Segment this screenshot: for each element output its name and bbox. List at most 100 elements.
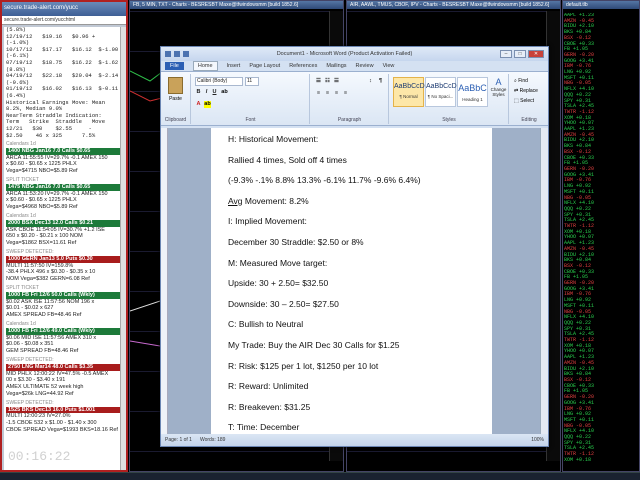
trade-headline[interactable]: 1000 FB Fri 12/6 50.0 Calls (Wkly) <box>6 291 122 299</box>
chart-window-title[interactable]: FB, 5 MIN, TXT - Charts - BESRESBT Maxe@… <box>130 1 343 9</box>
numbering-icon[interactable]: ☷ <box>324 78 331 85</box>
word-logo-icon[interactable] <box>165 51 171 57</box>
paste-icon[interactable] <box>168 77 183 94</box>
select-label: Select <box>520 98 535 104</box>
browser-address-bar[interactable]: secure.trade-alert.com/yucchtml <box>2 16 126 25</box>
style-name: Heading 1 <box>462 97 483 102</box>
document-line[interactable]: M: Measured Move target: <box>228 257 486 278</box>
paragraph-group-label: Paragraph <box>337 117 362 123</box>
trade-alert-item[interactable]: Calendars 1d 1400 NBG Jan16 7.0 Calls $0.… <box>4 141 122 175</box>
save-icon[interactable] <box>174 51 180 57</box>
document-line[interactable]: My Trade: Buy the AIR Dec 30 Calls for $… <box>228 339 486 360</box>
tab-references[interactable]: References <box>289 63 317 69</box>
style-name: ¶ No Spaci... <box>427 94 454 99</box>
document-line[interactable]: R: Breakeven: $31.25 <box>228 401 486 422</box>
style-no-spacing[interactable]: AaBbCcDc ¶ No Spaci... <box>425 77 460 107</box>
trade-detail-line: GEM SPREAD FB=48.46 Ref <box>6 348 79 355</box>
replace-label: Replace <box>519 88 538 94</box>
word-count[interactable]: Words: 189 <box>200 437 225 443</box>
page-count[interactable]: Page: 1 of 1 <box>165 437 192 443</box>
document-line[interactable]: C: Bullish to Neutral <box>228 318 486 339</box>
bold-icon[interactable]: B <box>195 89 202 96</box>
minimize-button[interactable]: – <box>500 50 512 58</box>
document-line[interactable]: (-9.3% -.1% 8.8% 13.3% -6.1% 11.7% -9.6%… <box>228 174 486 195</box>
trade-alert-item[interactable]: SWEEP DETECTED: 1525 BKS Dec13 16.0 Puts … <box>4 400 122 434</box>
tab-mailings[interactable]: Mailings <box>326 63 346 69</box>
strikethrough-icon[interactable]: ab <box>221 89 228 96</box>
document-line[interactable]: H: Historical Movement: <box>228 133 486 154</box>
document-body[interactable]: H: Historical Movement: Rallied 4 times, … <box>228 133 486 436</box>
underline-icon[interactable]: U <box>211 89 218 96</box>
tab-insert[interactable]: Insert <box>227 63 241 69</box>
justify-icon[interactable]: ≡ <box>342 90 349 97</box>
sort-icon[interactable]: ↕ <box>367 78 374 85</box>
zoom-level[interactable]: 100% <box>531 437 544 443</box>
trade-alert-item[interactable]: Calendars 1d 1000 FB Fri 12/6 49.0 Calls … <box>4 321 122 355</box>
trade-headline[interactable]: 2750 LNG Mar14 48.0 Calls $3.35 <box>6 363 122 371</box>
style-sample: AaBbCcDc <box>394 83 429 90</box>
tab-page-layout[interactable]: Page Layout <box>249 63 280 69</box>
trade-detail-line: $0.06 MID ISE 11:57:56 AMEX 310 x <box>6 334 97 341</box>
document-line[interactable]: R: Reward: Unlimited <box>228 380 486 401</box>
trade-headline[interactable]: 1000 GERN Jan13 5.0 Puts $0.30 <box>6 255 122 263</box>
multilevel-list-icon[interactable]: ☰ <box>333 78 340 85</box>
document-line[interactable]: R: Risk: $125 per 1 lot, $1250 per 10 lo… <box>228 360 486 381</box>
trade-alert-item[interactable]: SPLIT TICKET 1475 NBG Jan16 7.0 Calls $0.… <box>4 177 122 211</box>
select-button[interactable]: ⬚ Select <box>514 98 534 104</box>
document-line[interactable]: Rallied 4 times, Sold off 4 times <box>228 154 486 175</box>
align-right-icon[interactable]: ≡ <box>333 90 340 97</box>
trade-alert-item[interactable]: SWEEP DETECTED: 2750 LNG Mar14 48.0 Calls… <box>4 357 122 398</box>
align-left-icon[interactable]: ≡ <box>315 90 322 97</box>
tab-file[interactable]: File <box>165 62 184 70</box>
paste-label[interactable]: Paste <box>161 96 190 102</box>
document-line[interactable]: I: Implied Movement: <box>228 215 486 236</box>
align-center-icon[interactable]: ≡ <box>324 90 331 97</box>
paragraph-group: ☰ ☷ ☰ ↕ ¶ ≡ ≡ ≡ ≡ Paragraph <box>311 74 389 124</box>
trade-detail-line: $0.01 - $0.02 x 627 <box>6 305 54 312</box>
maximize-button[interactable]: □ <box>514 50 526 58</box>
tab-home[interactable]: Home <box>192 61 218 71</box>
word-window: Document1 - Microsoft Word (Product Acti… <box>160 46 549 447</box>
trade-headline[interactable]: 1525 BKS Dec13 16.0 Puts $1.001 <box>6 406 122 414</box>
highlight-icon[interactable]: ab <box>204 101 211 108</box>
tab-review[interactable]: Review <box>356 63 374 69</box>
trade-tag: Calendars 1d <box>6 213 36 220</box>
change-styles-button[interactable]: A Change Styles <box>490 77 507 97</box>
document-line[interactable]: Upside: 30 + 2.50= $32.50 <box>228 277 486 298</box>
document-line[interactable]: December 30 Straddle: $2.50 or 8% <box>228 236 486 257</box>
font-size-box[interactable]: 11 <box>245 77 259 86</box>
style-normal[interactable]: AaBbCcDc ¶ Normal <box>393 77 429 107</box>
italic-icon[interactable]: I <box>203 89 210 96</box>
close-button[interactable]: ✕ <box>528 50 544 58</box>
trade-alert-item[interactable]: Calendars 1d 2000 BSX Dec13 12.0 Calls $0… <box>4 213 122 247</box>
replace-button[interactable]: ⇄ Replace <box>514 88 538 94</box>
watchlist-row[interactable]: XOM +0.18 <box>564 457 640 461</box>
document-line[interactable]: Downside: 30 – 2.50= $27.50 <box>228 298 486 319</box>
font-name-box[interactable]: Calibri (Body) <box>195 77 243 86</box>
find-button[interactable]: ⌕ Find <box>514 78 528 84</box>
trade-alert-item[interactable]: SPLIT TICKET 1000 FB Fri 12/6 50.0 Calls … <box>4 285 122 319</box>
bullets-icon[interactable]: ☰ <box>315 78 322 85</box>
font-color-icon[interactable]: A <box>195 101 202 108</box>
browser-scrollbar[interactable] <box>120 27 126 470</box>
watchlist-title[interactable]: default.tlb <box>563 1 639 9</box>
browser-title-bar[interactable]: secure.trade-alert.com/yucc <box>2 2 126 16</box>
trade-headline[interactable]: 1400 NBG Jan16 7.0 Calls $0.65 <box>6 147 122 155</box>
editing-group: ⌕ Find ⇄ Replace ⬚ Select Editing <box>510 74 548 124</box>
clipboard-group-label: Clipboard <box>164 117 187 123</box>
font-group-label: Font <box>245 117 256 123</box>
document-scrollbar[interactable] <box>540 128 548 434</box>
chart-window-title[interactable]: AIR, AAWL, TMUS, CBOF, IPV - Charts - BE… <box>347 1 560 9</box>
trade-headline[interactable]: 2000 BSX Dec13 12.0 Calls $0.21 <box>6 219 122 227</box>
document-line[interactable]: Avg Movement: 8.2% <box>228 195 486 216</box>
tab-view[interactable]: View <box>383 63 395 69</box>
trade-headline[interactable]: 1000 FB Fri 12/6 49.0 Calls (Wkly) <box>6 327 122 335</box>
trade-tag: SWEEP DETECTED: <box>6 357 54 363</box>
trade-headline[interactable]: 1475 NBG Jan16 7.0 Calls $0.65 <box>6 183 122 191</box>
document-page[interactable]: H: Historical Movement: Rallied 4 times, … <box>211 128 492 436</box>
style-heading-1[interactable]: AaBbC Heading 1 <box>457 77 488 107</box>
trade-alert-item[interactable]: SWEEP DETECTED: 1000 GERN Jan13 5.0 Puts … <box>4 249 122 283</box>
show-formatting-icon[interactable]: ¶ <box>377 78 384 85</box>
underlined-word: Avg <box>228 195 243 206</box>
trade-detail-line: Vega=$26k LNG=44.92 Ref <box>6 390 74 397</box>
